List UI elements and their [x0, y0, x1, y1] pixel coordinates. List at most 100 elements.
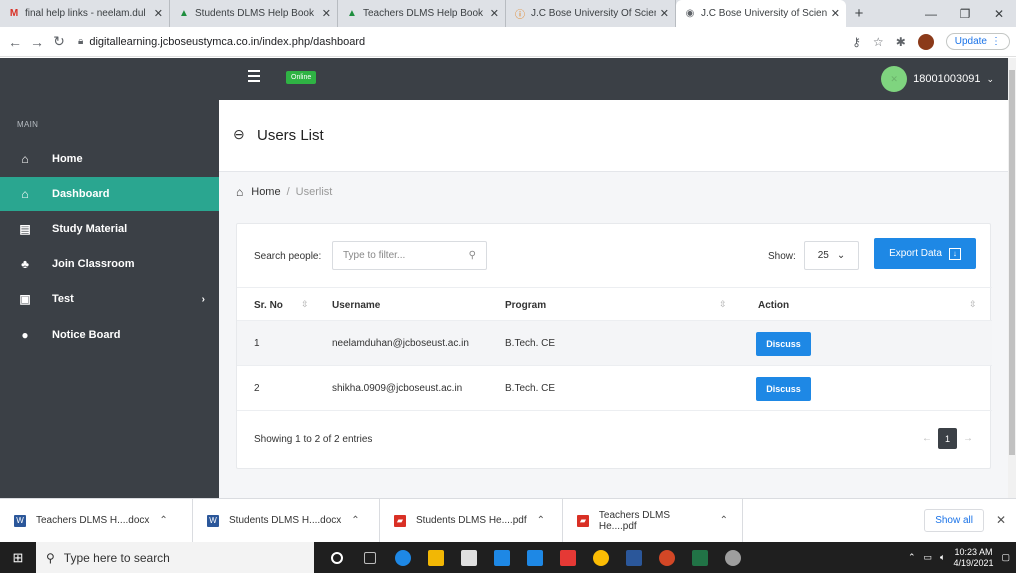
browser-tab-0[interactable]: M final help links - neelam.dul ✕	[0, 0, 170, 27]
back-circle-icon[interactable]: ⊖	[233, 126, 245, 143]
discuss-button[interactable]: Discuss	[756, 377, 811, 401]
chrome-icon[interactable]	[584, 542, 617, 573]
sort-icon[interactable]: ⇳	[719, 299, 727, 310]
next-page-icon[interactable]: →	[963, 433, 973, 444]
sidebar-item-test[interactable]: ▣ Test ›	[0, 282, 219, 316]
page-number-button[interactable]: 1	[938, 428, 957, 449]
browser-tab-1[interactable]: ▲ Students DLMS Help Book ✕	[170, 0, 338, 27]
new-tab-button[interactable]: +	[846, 0, 872, 27]
user-menu[interactable]: ✕ 18001003091 ⌄	[881, 66, 994, 92]
close-icon[interactable]: ✕	[490, 7, 499, 20]
mcafee-icon[interactable]	[551, 542, 584, 573]
search-icon: ⚲	[468, 250, 476, 261]
clock-time: 10:23 AM	[954, 546, 993, 557]
download-item[interactable]: ▰ Students DLMS He....pdf ⌃	[380, 498, 563, 543]
export-data-button[interactable]: Export Data ↓	[874, 238, 976, 269]
browser-tab-2[interactable]: ▲ Teachers DLMS Help Book ✕	[338, 0, 506, 27]
profile-avatar[interactable]	[917, 33, 934, 50]
column-header-sr-no[interactable]: Sr. No	[254, 300, 283, 311]
restore-icon[interactable]: ❐	[948, 0, 982, 27]
close-icon[interactable]: ✕	[996, 513, 1006, 527]
reload-icon[interactable]: ↻	[48, 33, 70, 50]
chevron-up-icon[interactable]: ⌃	[537, 515, 545, 526]
excel-icon[interactable]	[683, 542, 716, 573]
star-icon[interactable]: ☆	[873, 35, 884, 49]
search-input[interactable]: Type to filter... ⚲	[332, 241, 487, 270]
tab-title: Teachers DLMS Help Book	[363, 8, 484, 19]
app-l-icon[interactable]	[518, 542, 551, 573]
taskbar-search-input[interactable]: ⚲ Type here to search	[36, 542, 314, 573]
powerpoint-icon[interactable]	[650, 542, 683, 573]
close-icon[interactable]: ✕	[660, 7, 669, 20]
sidebar-item-notice-board[interactable]: ● Notice Board	[0, 318, 219, 352]
chevron-up-icon[interactable]: ⌃	[908, 552, 916, 563]
close-window-icon[interactable]: ✕	[982, 0, 1016, 27]
prev-page-icon[interactable]: ←	[922, 433, 932, 444]
breadcrumb: ⌂ Home / Userlist	[219, 173, 1008, 211]
file-explorer-icon[interactable]	[419, 542, 452, 573]
column-header-action[interactable]: Action	[758, 300, 789, 311]
browser-tab-strip: M final help links - neelam.dul ✕ ▲ Stud…	[0, 0, 1016, 27]
close-icon[interactable]: ✕	[154, 7, 163, 20]
paint-icon[interactable]	[716, 542, 749, 573]
chevron-up-icon[interactable]: ⌃	[720, 515, 728, 526]
hamburger-menu-icon[interactable]	[248, 70, 260, 82]
chevron-up-icon[interactable]: ⌃	[351, 515, 359, 526]
sidebar-item-home[interactable]: ⌂ Home	[0, 142, 219, 176]
network-icon[interactable]: ▭	[924, 552, 933, 563]
sidebar-item-label: Join Classroom	[52, 258, 135, 270]
sort-icon[interactable]: ⇳	[969, 299, 977, 310]
sidebar-item-dashboard[interactable]: ⌂ Dashboard	[0, 177, 219, 211]
browser-tab-3[interactable]: ⓘ J.C Bose University Of Scien ✕	[506, 0, 676, 27]
scrollbar-thumb[interactable]	[1009, 70, 1015, 455]
mail-icon[interactable]	[485, 542, 518, 573]
download-item[interactable]: ▰ Teachers DLMS He....pdf ⌃	[563, 498, 743, 543]
download-icon: ↓	[948, 247, 961, 260]
drive-icon: ▲	[179, 8, 189, 19]
sidebar-item-study-material[interactable]: ▤ Study Material	[0, 212, 219, 246]
book-icon: ▤	[19, 222, 31, 236]
sidebar-item-join-classroom[interactable]: ♣ Join Classroom	[0, 247, 219, 281]
show-all-button[interactable]: Show all	[924, 509, 984, 532]
column-header-program[interactable]: Program	[505, 300, 546, 311]
page-scrollbar[interactable]	[1008, 58, 1016, 498]
browser-tab-4[interactable]: ◉ J.C Bose University of Scien ✕	[676, 0, 846, 27]
volume-icon[interactable]: 🔈︎	[940, 552, 945, 563]
minimize-icon[interactable]: —	[914, 0, 948, 27]
url-field[interactable]: 🔒︎ digitallearning.jcboseustymca.co.in/i…	[78, 36, 852, 48]
column-header-username[interactable]: Username	[332, 300, 380, 311]
forward-arrow-icon[interactable]: →	[26, 34, 48, 50]
sort-icon[interactable]: ⇳	[301, 299, 309, 310]
download-item[interactable]: W Students DLMS H....docx ⌃	[193, 498, 380, 543]
clock[interactable]: 10:23 AM 4/19/2021	[953, 547, 993, 569]
discuss-button[interactable]: Discuss	[756, 332, 811, 356]
cell-username: neelamduhan@jcboseust.ac.in	[332, 338, 469, 349]
store-icon[interactable]	[452, 542, 485, 573]
globe-icon: ◉	[685, 8, 695, 19]
key-icon[interactable]: ⚷	[852, 35, 861, 49]
update-button[interactable]: Update ⋮	[945, 33, 1010, 50]
back-arrow-icon[interactable]: ←	[4, 34, 26, 50]
notification-icon[interactable]: ▢	[1001, 552, 1010, 563]
word-icon[interactable]	[617, 542, 650, 573]
breadcrumb-current: Userlist	[295, 186, 333, 198]
avatar: ✕	[881, 66, 908, 92]
extensions-icon[interactable]: ✱	[896, 35, 906, 49]
taskbar-apps	[320, 542, 749, 573]
task-view-icon[interactable]	[353, 542, 386, 573]
window-controls: — ❐ ✕	[914, 0, 1016, 27]
close-icon[interactable]: ✕	[322, 7, 331, 20]
windows-start-icon[interactable]: ⊞	[0, 542, 36, 573]
word-file-icon: W	[207, 514, 219, 527]
close-icon[interactable]: ✕	[831, 7, 840, 20]
online-status-badge: Online	[286, 71, 317, 84]
chevron-up-icon[interactable]: ⌃	[159, 515, 167, 526]
download-item[interactable]: W Teachers DLMS H....docx ⌃	[0, 498, 193, 543]
edge-icon[interactable]	[386, 542, 419, 573]
page-size-select[interactable]: 25 ⌄	[804, 241, 859, 270]
sidebar: MAIN ⌂ Home ⌂ Dashboard ▤ Study Material…	[0, 100, 219, 498]
home-icon: ⌂	[21, 187, 29, 201]
breadcrumb-home[interactable]: Home	[251, 186, 280, 198]
search-label: Search people:	[254, 251, 322, 262]
cortana-icon[interactable]	[320, 542, 353, 573]
